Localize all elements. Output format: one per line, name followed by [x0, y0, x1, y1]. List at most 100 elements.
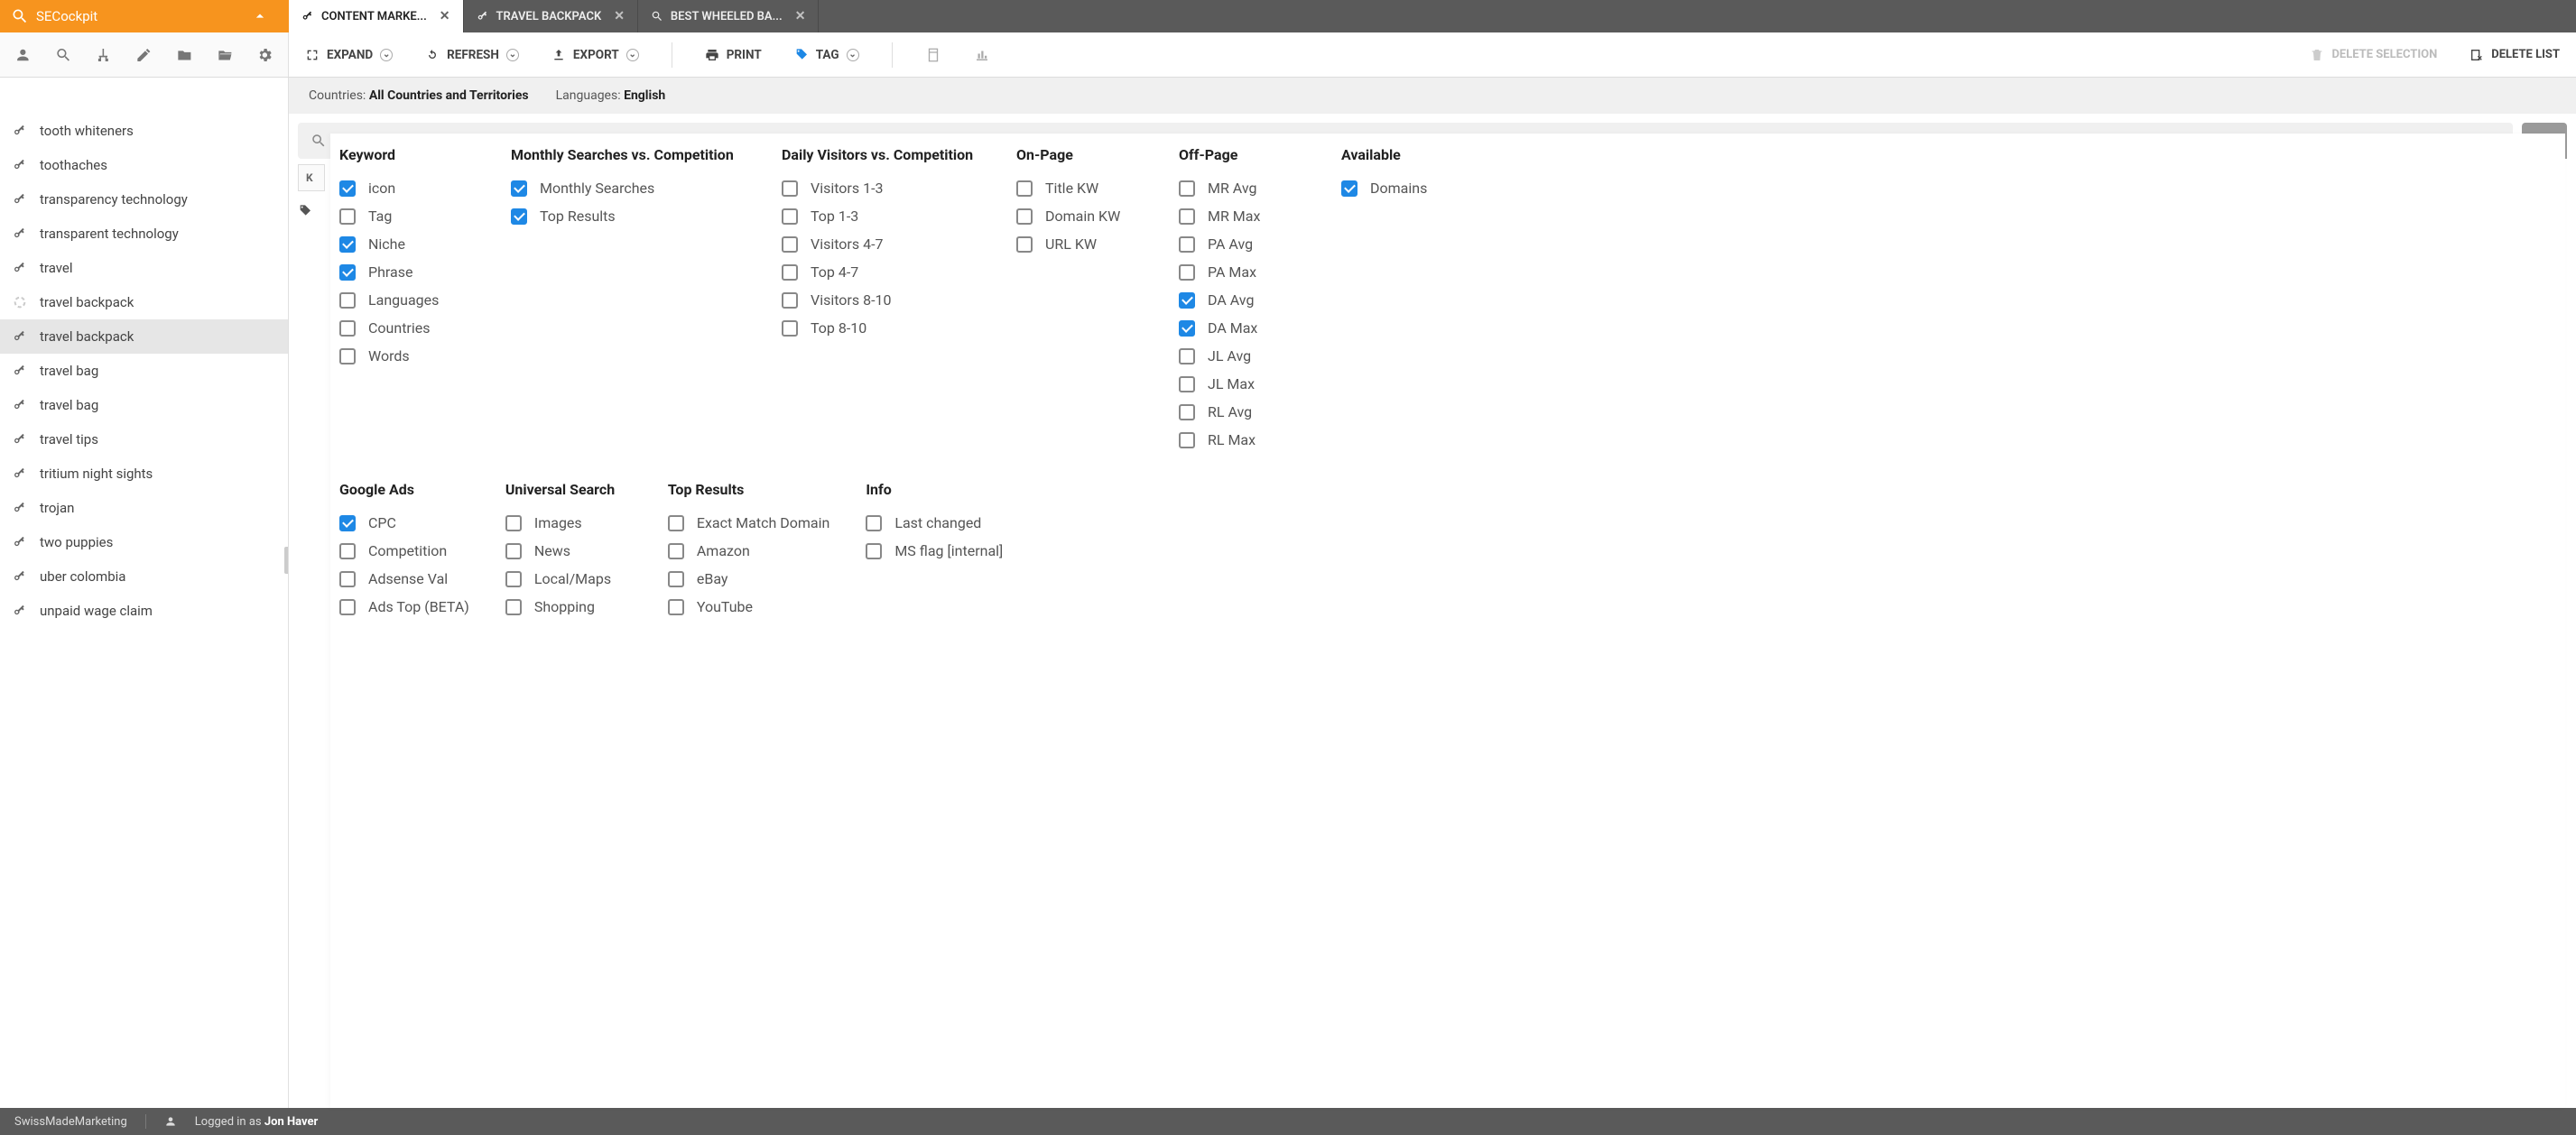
checkbox-label: Monthly Searches: [540, 180, 654, 197]
checkbox-top-results[interactable]: Top Results: [511, 202, 746, 230]
checkbox-niche[interactable]: Niche: [339, 230, 475, 258]
column-group-title: Info: [866, 481, 1003, 498]
checkbox-da-max[interactable]: DA Max: [1179, 314, 1305, 342]
checkbox-ebay[interactable]: eBay: [668, 565, 829, 593]
countries-filter[interactable]: Countries: All Countries and Territories: [309, 88, 529, 103]
sidebar-item[interactable]: travel bag: [0, 388, 288, 422]
checkbox-domain-kw[interactable]: Domain KW: [1016, 202, 1143, 230]
footer: SwissMadeMarketing Logged in as Jon Have…: [0, 1108, 2576, 1135]
tab-1[interactable]: TRAVEL BACKPACK✕: [464, 0, 638, 32]
checkbox-ads-top-beta-[interactable]: Ads Top (BETA): [339, 593, 469, 621]
checkbox-words[interactable]: Words: [339, 342, 475, 370]
sidebar-item[interactable]: tritium night sights: [0, 457, 288, 491]
sidebar-item[interactable]: travel backpack: [0, 319, 288, 354]
close-icon[interactable]: ✕: [440, 9, 450, 23]
checkbox-competition[interactable]: Competition: [339, 537, 469, 565]
checkbox-adsense-val[interactable]: Adsense Val: [339, 565, 469, 593]
table-header-cell[interactable]: K: [298, 164, 325, 191]
checkbox-label: Visitors 4-7: [811, 235, 883, 253]
sidebar-item[interactable]: travel backpack: [0, 285, 288, 319]
chart-icon[interactable]: [974, 47, 990, 63]
sidebar-item[interactable]: two puppies: [0, 525, 288, 559]
sidebar-item[interactable]: transparent technology: [0, 217, 288, 251]
checkbox-ms-flag-internal-[interactable]: MS flag [internal]: [866, 537, 1003, 565]
checkbox-pa-max[interactable]: PA Max: [1179, 258, 1305, 286]
checkbox-last-changed[interactable]: Last changed: [866, 509, 1003, 537]
checkbox-title-kw[interactable]: Title KW: [1016, 174, 1143, 202]
checkbox-top-4-7[interactable]: Top 4-7: [782, 258, 980, 286]
checkbox-news[interactable]: News: [505, 537, 632, 565]
checkbox-da-avg[interactable]: DA Avg: [1179, 286, 1305, 314]
sidebar-item[interactable]: uber colombia: [0, 559, 288, 594]
calculator-icon[interactable]: [925, 47, 941, 63]
checkbox-jl-avg[interactable]: JL Avg: [1179, 342, 1305, 370]
keyword-sidebar[interactable]: tooth whitenerstoothachestransparency te…: [0, 114, 289, 1108]
checkbox-top-8-10[interactable]: Top 8-10: [782, 314, 980, 342]
close-icon[interactable]: ✕: [795, 9, 806, 23]
checkbox-shopping[interactable]: Shopping: [505, 593, 632, 621]
checkbox-icon: [339, 348, 356, 364]
checkbox-icon[interactable]: icon: [339, 174, 475, 202]
sidebar-item[interactable]: trojan: [0, 491, 288, 525]
checkbox-rl-avg[interactable]: RL Avg: [1179, 398, 1305, 426]
checkbox-url-kw[interactable]: URL KW: [1016, 230, 1143, 258]
tab-0[interactable]: CONTENT MARKE...✕: [289, 0, 464, 32]
checkbox-label: Countries: [368, 319, 430, 337]
add-search-icon[interactable]: [55, 46, 72, 64]
checkbox-languages[interactable]: Languages: [339, 286, 475, 314]
checkbox-cpc[interactable]: CPC: [339, 509, 469, 537]
checkbox-amazon[interactable]: Amazon: [668, 537, 829, 565]
key-icon: [13, 124, 27, 138]
sidebar-item-label: unpaid wage claim: [40, 603, 153, 619]
checkbox-icon: [505, 571, 522, 587]
close-icon[interactable]: ✕: [614, 9, 625, 23]
sidebar-item[interactable]: tooth whiteners: [0, 114, 288, 148]
sidebar-item[interactable]: unpaid wage claim: [0, 594, 288, 628]
checkbox-label: Words: [368, 347, 410, 364]
sidebar-item[interactable]: travel: [0, 251, 288, 285]
checkbox-youtube[interactable]: YouTube: [668, 593, 829, 621]
checkbox-tag[interactable]: Tag: [339, 202, 475, 230]
filter-bar: Countries: All Countries and Territories…: [289, 78, 2576, 114]
checkbox-rl-max[interactable]: RL Max: [1179, 426, 1305, 454]
sidebar-item[interactable]: transparency technology: [0, 182, 288, 217]
checkbox-pa-avg[interactable]: PA Avg: [1179, 230, 1305, 258]
checkbox-countries[interactable]: Countries: [339, 314, 475, 342]
checkbox-mr-max[interactable]: MR Max: [1179, 202, 1305, 230]
sidebar-item[interactable]: travel bag: [0, 354, 288, 388]
checkbox-phrase[interactable]: Phrase: [339, 258, 475, 286]
checkbox-icon: [339, 515, 356, 531]
key-icon: [13, 398, 27, 412]
export-button[interactable]: EXPORT ⌄: [551, 48, 639, 62]
print-button[interactable]: PRINT: [705, 48, 762, 62]
sidebar-item[interactable]: travel tips: [0, 422, 288, 457]
checkbox-icon: [339, 236, 356, 253]
gear-icon[interactable]: [256, 46, 273, 64]
brand-search-icon: [11, 7, 29, 25]
tag-button[interactable]: TAG ⌄: [794, 48, 859, 62]
checkbox-mr-avg[interactable]: MR Avg: [1179, 174, 1305, 202]
checkbox-monthly-searches[interactable]: Monthly Searches: [511, 174, 746, 202]
checkbox-visitors-1-3[interactable]: Visitors 1-3: [782, 174, 980, 202]
refresh-button[interactable]: REFRESH ⌄: [425, 48, 519, 62]
checkbox-top-1-3[interactable]: Top 1-3: [782, 202, 980, 230]
checkbox-local-maps[interactable]: Local/Maps: [505, 565, 632, 593]
delete-list-button[interactable]: DELETE LIST: [2469, 48, 2560, 62]
checkbox-domains[interactable]: Domains: [1341, 174, 1468, 202]
checkbox-images[interactable]: Images: [505, 509, 632, 537]
tree-icon[interactable]: [95, 46, 112, 64]
languages-filter[interactable]: Languages: English: [556, 88, 666, 103]
add-user-icon[interactable]: [14, 46, 32, 64]
tab-2[interactable]: BEST WHEELED BA...✕: [638, 0, 820, 32]
sidebar-item[interactable]: toothaches: [0, 148, 288, 182]
expand-button[interactable]: EXPAND ⌄: [305, 48, 393, 62]
checkbox-visitors-4-7[interactable]: Visitors 4-7: [782, 230, 980, 258]
checkbox-jl-max[interactable]: JL Max: [1179, 370, 1305, 398]
pen-icon[interactable]: [135, 46, 153, 64]
checkbox-visitors-8-10[interactable]: Visitors 8-10: [782, 286, 980, 314]
folder-open-icon[interactable]: [217, 46, 234, 64]
checkbox-exact-match-domain[interactable]: Exact Match Domain: [668, 509, 829, 537]
delete-selection-button[interactable]: DELETE SELECTION: [2310, 48, 2437, 62]
brand-header[interactable]: SECockpit: [0, 0, 289, 32]
folder-add-icon[interactable]: [176, 46, 193, 64]
